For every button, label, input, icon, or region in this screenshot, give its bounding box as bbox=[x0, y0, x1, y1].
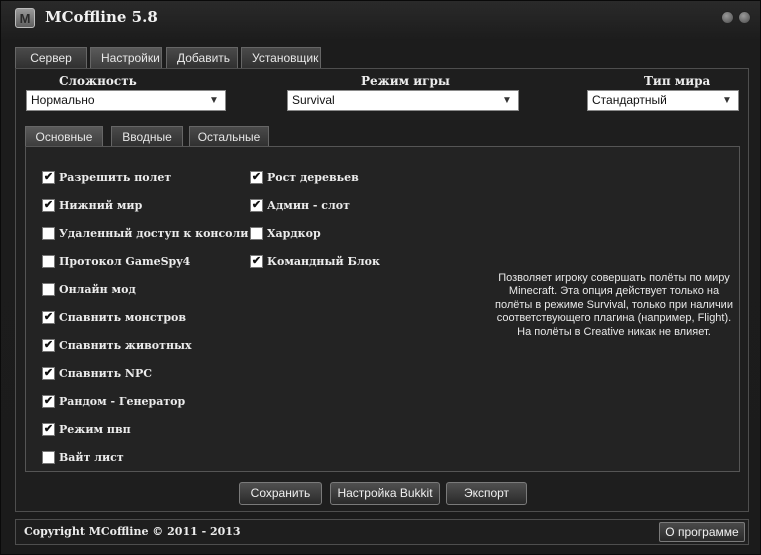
checkbox-label: Вайт лист bbox=[59, 450, 124, 464]
close-icon[interactable] bbox=[738, 11, 751, 24]
checkbox-label: Нижний мир bbox=[59, 198, 143, 212]
checkbox-command-block[interactable]: ✔ Командный Блок bbox=[250, 253, 380, 269]
checkmark-icon: ✔ bbox=[42, 366, 55, 380]
minimize-icon[interactable] bbox=[721, 11, 734, 24]
difficulty-value: Нормально bbox=[31, 93, 95, 107]
world-type-select[interactable]: Стандартный ▼ bbox=[587, 90, 739, 111]
world-type-label: Тип мира bbox=[644, 74, 711, 88]
checkbox-random-generator[interactable]: ✔ Рандом - Генератор bbox=[42, 393, 185, 409]
checkbox-online-mode[interactable]: Онлайн мод bbox=[42, 281, 136, 297]
bukkit-settings-button[interactable]: Настройка Bukkit bbox=[330, 482, 440, 505]
checkbox-label: Спавнить NPC bbox=[59, 366, 152, 380]
checkbox-allow-flight[interactable]: ✔ Разрешить полет bbox=[42, 169, 171, 185]
save-button[interactable]: Сохранить bbox=[239, 482, 322, 505]
tab-basic[interactable]: Основные bbox=[25, 126, 103, 147]
tab-settings[interactable]: Настройки bbox=[90, 47, 162, 69]
checkbox-label: Режим пвп bbox=[59, 422, 131, 436]
checkmark-icon: ✔ bbox=[250, 170, 263, 184]
checkbox-remote-console[interactable]: Удаленный доступ к консоли bbox=[42, 225, 248, 241]
about-button[interactable]: О программе bbox=[659, 522, 745, 542]
checkbox-box bbox=[42, 450, 55, 464]
difficulty-label: Сложность bbox=[59, 74, 137, 88]
checkmark-icon: ✔ bbox=[42, 394, 55, 408]
checkbox-label: Хардкор bbox=[267, 226, 321, 240]
checkbox-pvp[interactable]: ✔ Режим пвп bbox=[42, 421, 131, 437]
app-window: M MCoffline 5.8 Сервер Настройки Добавит… bbox=[0, 0, 761, 555]
checkbox-label: Спавнить животных bbox=[59, 338, 192, 352]
copyright-text: Copyright MCoffline © 2011 - 2013 bbox=[24, 525, 241, 538]
tab-installer[interactable]: Установщик bbox=[241, 47, 321, 69]
checkmark-icon: ✔ bbox=[42, 338, 55, 352]
checkbox-tree-growth[interactable]: ✔ Рост деревьев bbox=[250, 169, 359, 185]
checkbox-nether[interactable]: ✔ Нижний мир bbox=[42, 197, 142, 213]
checkbox-label: Спавнить монстров bbox=[59, 310, 187, 324]
difficulty-select[interactable]: Нормально ▼ bbox=[26, 90, 226, 111]
chevron-down-icon: ▼ bbox=[209, 95, 219, 106]
option-description: Позволяет игроку совершать полёты по мир… bbox=[495, 272, 733, 338]
checkbox-label: Разрешить полет bbox=[59, 170, 172, 184]
checkmark-icon: ✔ bbox=[250, 254, 263, 268]
checkbox-box bbox=[42, 254, 55, 268]
checkbox-admin-slot[interactable]: ✔ Админ - слот bbox=[250, 197, 350, 213]
checkbox-hardcore[interactable]: Хардкор bbox=[250, 225, 321, 241]
gamemode-label: Режим игры bbox=[361, 74, 450, 88]
checkmark-icon: ✔ bbox=[42, 198, 55, 212]
checkbox-label: Удаленный доступ к консоли bbox=[59, 226, 249, 240]
checkmark-icon: ✔ bbox=[42, 422, 55, 436]
export-button[interactable]: Экспорт bbox=[446, 482, 527, 505]
checkbox-label: Админ - слот bbox=[267, 198, 350, 212]
checkbox-spawn-monsters[interactable]: ✔ Спавнить монстров bbox=[42, 309, 186, 325]
checkbox-label: Командный Блок bbox=[267, 254, 380, 268]
checkbox-label: Рост деревьев bbox=[267, 170, 359, 184]
checkbox-spawn-animals[interactable]: ✔ Спавнить животных bbox=[42, 337, 192, 353]
checkbox-box bbox=[42, 226, 55, 240]
title-bar[interactable]: M MCoffline 5.8 bbox=[1, 1, 760, 35]
gamemode-select[interactable]: Survival ▼ bbox=[287, 90, 519, 111]
checkbox-label: Онлайн мод bbox=[59, 282, 136, 296]
checkbox-label: Рандом - Генератор bbox=[59, 394, 186, 408]
tab-server[interactable]: Сервер bbox=[15, 47, 87, 69]
checkbox-box bbox=[250, 226, 263, 240]
world-type-value: Стандартный bbox=[592, 93, 667, 107]
chevron-down-icon: ▼ bbox=[722, 95, 732, 106]
tab-input[interactable]: Вводные bbox=[111, 126, 183, 147]
app-icon: M bbox=[15, 8, 35, 28]
checkbox-spawn-npc[interactable]: ✔ Спавнить NPC bbox=[42, 365, 152, 381]
checkmark-icon: ✔ bbox=[42, 310, 55, 324]
window-title: MCoffline 5.8 bbox=[45, 8, 158, 26]
tab-other[interactable]: Остальные bbox=[189, 126, 269, 147]
status-bar: Copyright MCoffline © 2011 - 2013 О прог… bbox=[15, 519, 749, 545]
tab-add[interactable]: Добавить bbox=[166, 47, 238, 69]
gamemode-value: Survival bbox=[292, 93, 335, 107]
checkbox-gamespy4[interactable]: Протокол GameSpy4 bbox=[42, 253, 190, 269]
checkmark-icon: ✔ bbox=[250, 198, 263, 212]
checkbox-label: Протокол GameSpy4 bbox=[59, 254, 191, 268]
checkbox-whitelist[interactable]: Вайт лист bbox=[42, 449, 124, 465]
chevron-down-icon: ▼ bbox=[502, 95, 512, 106]
checkmark-icon: ✔ bbox=[42, 170, 55, 184]
checkbox-box bbox=[42, 282, 55, 296]
